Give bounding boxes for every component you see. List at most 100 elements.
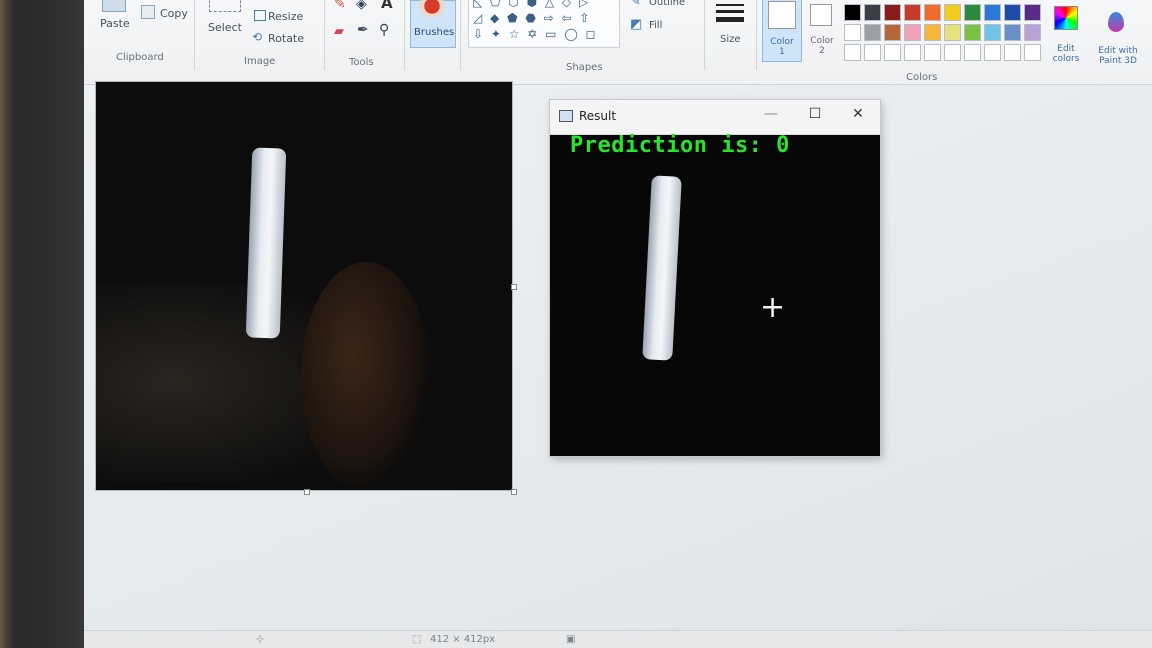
- copy-icon[interactable]: [141, 5, 155, 19]
- edit-colors-button[interactable]: Edit colors: [1044, 44, 1088, 64]
- palette-empty-swatch[interactable]: [904, 44, 921, 61]
- cursor-position-icon: ⊹: [256, 634, 265, 645]
- pencil-icon[interactable]: ✎: [334, 0, 346, 12]
- resize-icon: [254, 10, 266, 21]
- palette-empty-swatch[interactable]: [844, 44, 861, 61]
- size-icon[interactable]: [716, 4, 744, 22]
- image-size-text: 412 × 412px: [430, 634, 496, 645]
- crosshair-cursor-icon: +: [760, 290, 786, 325]
- select-icon[interactable]: [209, 0, 241, 12]
- edit-colors-icon[interactable]: [1054, 6, 1078, 30]
- outline-icon[interactable]: ✎: [630, 0, 641, 9]
- monitor-bezel: [0, 0, 92, 648]
- copy-button[interactable]: Copy: [160, 7, 188, 20]
- shapes-row-1: ◺ ⬠ ⬡ ⬢ △ ◇ ▷: [473, 0, 591, 9]
- edit-with-paint3d-button[interactable]: Edit with Paint 3D: [1088, 46, 1148, 66]
- disk-icon: ▣: [566, 634, 576, 645]
- colors-group-label: Colors: [906, 72, 938, 83]
- tools-group-label: Tools: [349, 57, 374, 68]
- separator: [194, 0, 195, 70]
- palette-empty-swatch[interactable]: [944, 44, 961, 61]
- selection-size-icon: ⬚: [412, 634, 422, 645]
- brushes-button[interactable]: Brushes: [410, 0, 456, 48]
- palette-swatch[interactable]: [884, 24, 901, 41]
- paste-button[interactable]: Paste: [100, 17, 130, 30]
- palette-swatch[interactable]: [924, 24, 941, 41]
- color1-label: Color 1: [770, 37, 794, 57]
- color1-button[interactable]: Color 1: [762, 0, 802, 62]
- palette-swatch[interactable]: [944, 4, 961, 21]
- fill-icon[interactable]: ◈: [356, 0, 367, 12]
- canvas-resize-handle[interactable]: [304, 489, 310, 495]
- text-icon[interactable]: A: [381, 0, 393, 12]
- fill-button[interactable]: Fill: [649, 20, 662, 31]
- shapes-row-3: ⇩ ✦ ☆ ✡ ▭ ◯ ◻: [473, 27, 598, 41]
- drawn-digit-stroke: [245, 147, 287, 339]
- result-window-title: Result: [579, 109, 617, 123]
- color1-swatch: [768, 1, 796, 29]
- ribbon: Paste Copy Clipboard Select Resize Rotat…: [84, 0, 1152, 85]
- paint-window: Paste Copy Clipboard Select Resize Rotat…: [84, 0, 1152, 648]
- palette-swatch[interactable]: [964, 24, 981, 41]
- palette-swatch[interactable]: [1024, 4, 1041, 21]
- color-picker-icon[interactable]: ✒: [357, 22, 369, 38]
- separator: [704, 0, 705, 70]
- close-button[interactable]: ✕: [843, 106, 873, 122]
- palette-swatch[interactable]: [984, 24, 1001, 41]
- background-hand-shadow: [301, 262, 431, 492]
- select-button[interactable]: Select: [208, 21, 242, 34]
- outline-button[interactable]: Outline: [649, 0, 685, 8]
- shapes-row-2: ◿ ◆ ⬟ ⬣ ⇨ ⇦ ⇧: [473, 11, 592, 25]
- rotate-icon: ⟲: [252, 30, 263, 44]
- separator: [404, 0, 405, 70]
- paint3d-icon[interactable]: [1108, 12, 1124, 32]
- window-app-icon: [559, 110, 573, 122]
- separator: [460, 0, 461, 70]
- result-window: Result — ☐ ✕ Prediction is: 0 +: [550, 100, 880, 456]
- shapes-group-label: Shapes: [566, 62, 603, 73]
- palette-swatch[interactable]: [984, 4, 1001, 21]
- palette-swatch[interactable]: [1004, 4, 1021, 21]
- canvas-resize-handle[interactable]: [511, 489, 517, 495]
- color2-label: Color 2: [810, 36, 834, 56]
- shapes-gallery[interactable]: ◺ ⬠ ⬡ ⬢ △ ◇ ▷ ◿ ◆ ⬟ ⬣ ⇨ ⇦ ⇧ ⇩ ✦ ☆ ✡ ▭ ◯ …: [468, 0, 620, 48]
- rotate-button[interactable]: Rotate: [268, 32, 304, 45]
- palette-swatch[interactable]: [864, 24, 881, 41]
- separator: [324, 0, 325, 70]
- separator: [756, 0, 757, 70]
- palette-empty-swatch[interactable]: [884, 44, 901, 61]
- palette-empty-swatch[interactable]: [1024, 44, 1041, 61]
- palette-swatch[interactable]: [1004, 24, 1021, 41]
- palette-empty-swatch[interactable]: [924, 44, 941, 61]
- resize-button[interactable]: Resize: [268, 10, 303, 23]
- palette-empty-swatch[interactable]: [984, 44, 1001, 61]
- brush-icon: [419, 0, 445, 17]
- eraser-icon[interactable]: ▰: [334, 24, 344, 39]
- paste-icon[interactable]: [102, 0, 126, 12]
- palette-swatch[interactable]: [1024, 24, 1041, 41]
- palette-empty-swatch[interactable]: [1004, 44, 1021, 61]
- palette-swatch[interactable]: [964, 4, 981, 21]
- minimize-button[interactable]: —: [756, 106, 786, 122]
- color2-button[interactable]: Color 2: [804, 0, 840, 60]
- status-bar: ⊹ ⬚ 412 × 412px ▣: [84, 630, 1152, 648]
- fill-shape-icon[interactable]: ◩: [630, 17, 642, 32]
- palette-empty-swatch[interactable]: [964, 44, 981, 61]
- palette-swatch[interactable]: [904, 4, 921, 21]
- canvas-resize-handle[interactable]: [511, 284, 517, 290]
- magnifier-icon[interactable]: ⚲: [379, 22, 389, 38]
- maximize-button[interactable]: ☐: [800, 106, 830, 122]
- brushes-label: Brushes: [414, 27, 455, 38]
- palette-swatch[interactable]: [864, 4, 881, 21]
- palette-swatch[interactable]: [944, 24, 961, 41]
- palette-swatch[interactable]: [844, 24, 861, 41]
- paint-canvas[interactable]: [96, 82, 512, 492]
- palette-swatch[interactable]: [904, 24, 921, 41]
- palette-swatch[interactable]: [884, 4, 901, 21]
- palette-swatch[interactable]: [924, 4, 941, 21]
- palette-swatch[interactable]: [844, 4, 861, 21]
- result-titlebar[interactable]: Result — ☐ ✕: [550, 100, 880, 135]
- result-digit-stroke: [642, 175, 682, 361]
- size-button[interactable]: Size: [720, 34, 741, 45]
- palette-empty-swatch[interactable]: [864, 44, 881, 61]
